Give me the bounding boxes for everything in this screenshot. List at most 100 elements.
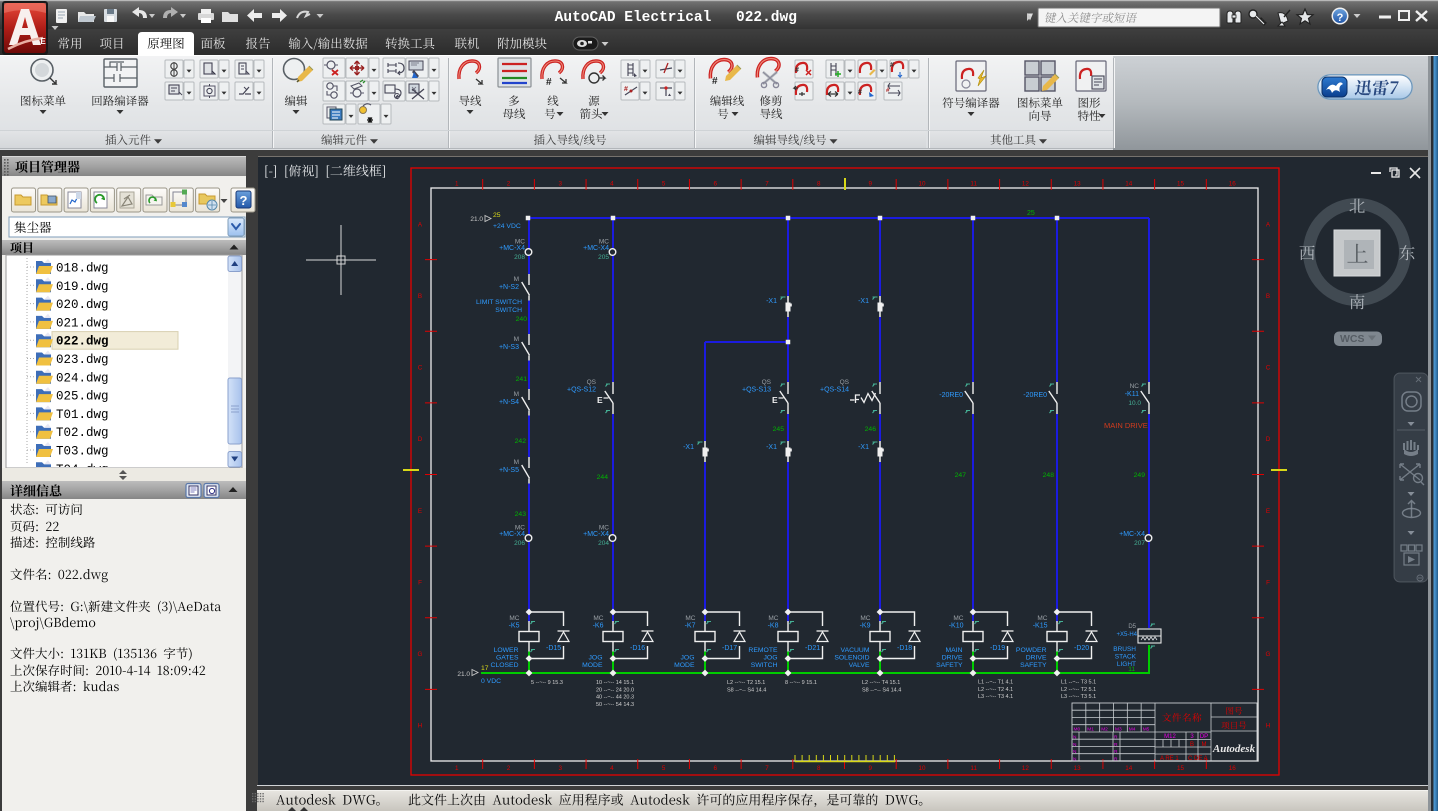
svg-text:243: 243 [515,511,527,518]
svg-text:25: 25 [493,212,501,219]
svg-text:4: 4 [610,765,614,772]
svg-text:8: 8 [817,765,821,772]
svg-text:9: 9 [869,181,873,188]
svg-text:+QS-S14: +QS-S14 [820,387,849,394]
svg-text:16: 16 [1229,765,1237,772]
svg-text:M: M [514,459,519,466]
svg-text:+MC-X4: +MC-X4 [499,531,525,538]
svg-text:025.dwg: 025.dwg [56,390,109,404]
svg-text:2: 2 [507,181,511,188]
svg-text:L3 --~-- T3 4.1: L3 --~-- T3 4.1 [978,694,1013,700]
svg-text:MC: MC [593,615,603,622]
svg-text:S8 --~-- S4 14.4: S8 --~-- S4 14.4 [862,687,901,693]
svg-text:-X1: -X1 [858,298,869,305]
svg-text:207: 207 [1134,540,1145,547]
svg-text:14: 14 [1125,181,1133,188]
svg-text:+QS-S12: +QS-S12 [567,387,596,394]
svg-text:SWITCH: SWITCH [495,307,522,314]
svg-text:L1 --~-- T1 4.1: L1 --~-- T1 4.1 [978,680,1013,686]
svg-text:N: N [1073,735,1077,741]
svg-text:C: C [1266,365,1271,372]
svg-text:E: E [1266,508,1270,515]
svg-text:-K11: -K11 [1125,391,1139,398]
svg-text:MC: MC [768,615,778,622]
svg-text:MC: MC [1037,615,1047,622]
svg-text:241: 241 [516,376,528,383]
svg-text:R: R [1114,742,1118,748]
svg-text:11: 11 [970,181,977,188]
svg-text:020.dwg: 020.dwg [56,298,109,312]
svg-text:SOLENOID: SOLENOID [834,655,869,662]
svg-text:20 --~-- 24 20.0: 20 --~-- 24 20.0 [596,687,634,693]
svg-text:QS: QS [762,379,772,386]
svg-text:15: 15 [1177,181,1185,188]
svg-text:MODE: MODE [582,662,603,669]
svg-text:N: N [1073,756,1077,762]
svg-text:-X1: -X1 [858,444,869,451]
svg-text:A RE 1: A RE 1 [1160,756,1179,762]
svg-text:50 --~-- 54 14.3: 50 --~-- 54 14.3 [596,702,634,708]
svg-text:+N-S5: +N-S5 [499,467,519,474]
svg-text:019.dwg: 019.dwg [56,280,109,294]
svg-text:C: C [418,365,423,372]
svg-text:6: 6 [714,765,718,772]
svg-text:5: 5 [662,765,666,772]
svg-text:#: # [858,89,862,96]
svg-text:MC: MC [509,615,519,622]
svg-text:G: G [418,651,423,658]
svg-text:NC: NC [1130,383,1140,390]
svg-text:11: 11 [1128,666,1135,673]
svg-text:VALVE: VALVE [849,662,870,669]
svg-text:25: 25 [1027,210,1035,217]
svg-text:40 --~-- 44 20.3: 40 --~-- 44 20.3 [596,695,634,701]
svg-text:-K15: -K15 [1033,623,1048,630]
svg-text:+QS-S13: +QS-S13 [742,387,771,394]
svg-text:1: 1 [455,181,459,188]
svg-text:021.dwg: 021.dwg [56,316,109,330]
svg-text:D5: D5 [1128,624,1136,630]
svg-text:#: # [624,86,628,93]
svg-text:SAFETY: SAFETY [1020,662,1047,669]
svg-text:QS: QS [840,379,850,386]
svg-text:N: N [1073,749,1077,755]
svg-text:15: 15 [1177,765,1185,772]
svg-text:-K6: -K6 [593,623,604,630]
svg-text:DP: DP [1200,734,1208,740]
svg-text:R: R [1114,756,1118,762]
svg-text:LOWER: LOWER [494,647,519,654]
svg-text:VACUUM: VACUUM [841,647,870,654]
svg-text:L2 --~-- T2 15.1: L2 --~-- T2 15.1 [727,680,765,686]
svg-text:8: 8 [817,181,821,188]
svg-text:M4: M4 [1129,727,1136,733]
svg-text:L1 --~-- T3 5.1: L1 --~-- T3 5.1 [1061,680,1096,686]
svg-text:7: 7 [765,765,769,772]
svg-text:M: M [514,276,519,283]
svg-text:M2: M2 [1101,727,1108,733]
svg-text:R: R [1114,749,1118,755]
svg-text:-D18: -D18 [897,645,912,652]
svg-text:12: 12 [1022,181,1030,188]
svg-text:GATES: GATES [496,655,519,662]
svg-text:#: # [795,67,799,74]
svg-text:F: F [1266,579,1270,586]
svg-text:L2 --~-- T2 4.1: L2 --~-- T2 4.1 [978,687,1013,693]
svg-text:MAIN DRIVE: MAIN DRIVE [1104,421,1148,430]
svg-text:-D17: -D17 [722,645,737,652]
svg-text:-K8: -K8 [768,623,779,630]
svg-text:+MC-X4: +MC-X4 [1119,531,1145,538]
svg-text:M1: M1 [1087,727,1094,733]
svg-text:T01.dwg: T01.dwg [56,408,109,422]
svg-text:+MC-X4: +MC-X4 [499,245,525,252]
svg-text:S8 --~-- S4 14.4: S8 --~-- S4 14.4 [727,687,766,693]
svg-text:L2 --~-- T4 15.1: L2 --~-- T4 15.1 [862,680,900,686]
svg-text:WCS: WCS [1340,333,1365,345]
svg-text:+N-S2: +N-S2 [499,284,519,291]
svg-text:E: E [418,508,422,515]
svg-text:11: 11 [970,765,977,772]
svg-text:#: # [546,77,552,88]
svg-text:204: 204 [598,540,609,547]
svg-text:POWDER: POWDER [1016,647,1047,654]
svg-text:10 --~-- 14 15.1: 10 --~-- 14 15.1 [596,680,634,686]
svg-text:M: M [514,336,519,343]
svg-text:LIMIT SWITCH: LIMIT SWITCH [476,299,522,306]
